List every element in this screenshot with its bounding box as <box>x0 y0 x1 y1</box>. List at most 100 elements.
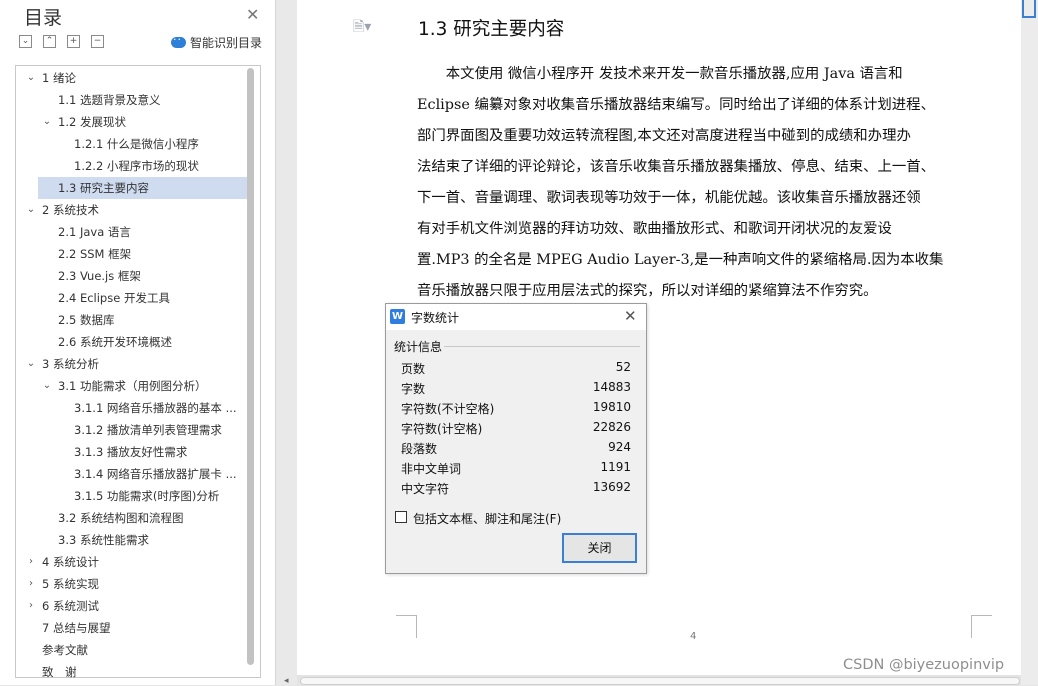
collapse-arrow-icon[interactable]: ⌄ <box>42 111 52 133</box>
toc-item-label: 3.2 系统结构图和流程图 <box>58 511 184 525</box>
toc-item-label: 6 系统测试 <box>42 599 99 613</box>
paragraph-line: 本文使用 微信小程序开 发技术来开发一款音乐播放器,应用 Java 语言和 <box>417 66 903 82</box>
right-scroll-area[interactable] <box>1021 0 1038 685</box>
stats-row: 中文字符 13692 <box>401 480 631 500</box>
stats-label: 字符数(不计空格) <box>401 402 495 416</box>
collapse-arrow-icon[interactable]: ⌄ <box>42 375 52 397</box>
toc-item-label: 参考文献 <box>42 643 88 657</box>
dialog-title: 字数统计 <box>411 311 460 325</box>
toc-item-label: 2.6 系统开发环境概述 <box>58 335 172 349</box>
paragraph-line: 有对手机文件浏览器的拜访功效、歌曲播放形式、和歌词开闭状况的友爱设 <box>417 221 892 237</box>
toc-item-label: 3.1.2 播放清单列表管理需求 <box>74 423 222 437</box>
toc-scrollbar[interactable] <box>247 68 254 665</box>
toc-item[interactable]: 1.2.1 什么是微信小程序 <box>17 133 247 155</box>
toc-item-label: 4 系统设计 <box>42 555 99 569</box>
collapse-arrow-icon[interactable]: ⌄ <box>26 67 36 89</box>
toc-item[interactable]: 3.1.5 功能需求(时序图)分析 <box>17 485 247 507</box>
expand-arrow-icon[interactable]: › <box>26 595 36 617</box>
collapse-arrow-icon[interactable]: ⌄ <box>26 199 36 221</box>
page-corner-mark-right <box>971 615 992 638</box>
toc-item[interactable]: 3.1.3 播放友好性需求 <box>17 441 247 463</box>
group-divider <box>444 346 640 347</box>
dialog-close-icon[interactable]: ✕ <box>624 307 637 325</box>
toc-item[interactable]: › 5 系统实现 <box>17 573 247 595</box>
word-count-dialog: W 字数统计 ✕ 统计信息 页数 52 字数 14883 字符数(不计空格) 19810 字… <box>385 303 647 574</box>
section-heading: 1.3 研究主要内容 <box>418 19 565 40</box>
toc-item-label: 1.2.1 什么是微信小程序 <box>74 137 199 151</box>
toc-item[interactable]: ⌄ 3.1 功能需求（用例图分析） <box>17 375 247 397</box>
page-number: 4 <box>690 631 697 642</box>
collapse-all-icon[interactable]: ⌃ <box>43 35 56 48</box>
toc-item-label: 2.1 Java 语言 <box>58 225 131 239</box>
stats-row: 页数 52 <box>401 360 631 380</box>
stats-value: 19810 <box>592 400 631 414</box>
stats-label: 字数 <box>401 382 426 396</box>
stats-label: 页数 <box>401 362 426 376</box>
smart-toc-button[interactable]: 智能识别目录 <box>171 33 263 51</box>
toc-item-label: 1.2 发展现状 <box>58 115 126 129</box>
toc-item[interactable]: 1.1 选题背景及意义 <box>17 89 247 111</box>
toc-item[interactable]: 2.3 Vue.js 框架 <box>17 265 247 287</box>
toc-panel: 目录 ✕ ⌄ ⌃ + − 智能识别目录 ⌄ 1 绪论 1.1 选题背景及意义 ⌄ 1.2… <box>0 0 276 685</box>
toc-item[interactable]: ⌄ 2 系统技术 <box>17 199 247 221</box>
paragraph-line: 下一首、音量调理、歌词表现等功效于一体，机能优越。该收集音乐播放器还领 <box>417 190 921 206</box>
paragraph-line: 音乐播放器只限于应用层法式的探究，所以对详细的紧缩算法不作穷究。 <box>417 283 878 299</box>
toc-item[interactable]: › 6 系统测试 <box>17 595 247 617</box>
toc-item-label: 2.2 SSM 框架 <box>58 247 132 261</box>
toc-item[interactable]: › 4 系统设计 <box>17 551 247 573</box>
toc-item[interactable]: 3.1.1 网络音乐播放器的基本 ... <box>17 397 247 419</box>
expand-arrow-icon[interactable]: › <box>26 551 36 573</box>
add-heading-icon[interactable]: + <box>67 35 80 48</box>
toc-item-label: 1 绪论 <box>42 71 76 85</box>
toc-item[interactable]: 2.6 系统开发环境概述 <box>17 331 247 353</box>
toc-item[interactable]: 3.3 系统性能需求 <box>17 529 247 551</box>
wps-writer-icon: W <box>390 309 405 324</box>
stats-label: 非中文单词 <box>401 462 462 476</box>
page-corner-mark-left <box>396 615 417 638</box>
toc-item[interactable]: 3.1.4 网络音乐播放器扩展卡 ... <box>17 463 247 485</box>
paragraph-line: 置.MP3 的全名是 MPEG Audio Layer-3,是一种声响文件的紧缩… <box>417 252 944 268</box>
toc-item[interactable]: 3.2 系统结构图和流程图 <box>17 507 247 529</box>
stats-value: 1191 <box>600 460 631 474</box>
toc-item[interactable]: ⌄ 1 绪论 <box>17 67 247 89</box>
include-textbox-footnotes-checkbox[interactable] <box>395 511 407 523</box>
toc-item[interactable]: 2.1 Java 语言 <box>17 221 247 243</box>
toc-item[interactable]: 7 总结与展望 <box>17 617 247 639</box>
stats-value: 22826 <box>592 420 631 434</box>
toc-item[interactable]: 致 谢 <box>17 661 247 683</box>
toc-item[interactable]: 2.2 SSM 框架 <box>17 243 247 265</box>
toc-item[interactable]: ⌄ 3 系统分析 <box>17 353 247 375</box>
toc-item-label: 3.1.3 播放友好性需求 <box>74 445 188 459</box>
toc-item[interactable]: ⌄ 1.2 发展现状 <box>17 111 247 133</box>
scroll-position-marker[interactable] <box>1022 0 1036 18</box>
paragraph-line: 法结束了详细的评论辩论，该音乐收集音乐播放器集播放、停息、结束、上一首、 <box>417 159 936 175</box>
smart-toc-label: 智能识别目录 <box>190 36 263 50</box>
toc-close-icon[interactable]: ✕ <box>246 5 259 24</box>
collapse-arrow-icon[interactable]: ⌄ <box>26 353 36 375</box>
include-textbox-footnotes-label[interactable]: 包括文本框、脚注和尾注(F) <box>413 510 561 527</box>
toc-item-label: 3.1.1 网络音乐播放器的基本 ... <box>74 401 237 415</box>
stats-label: 中文字符 <box>401 482 450 496</box>
stats-row: 字符数(计空格) 22826 <box>401 420 631 440</box>
toc-item[interactable]: 2.4 Eclipse 开发工具 <box>17 287 247 309</box>
toc-item[interactable]: 参考文献 <box>17 639 247 661</box>
close-button[interactable]: 关闭 <box>562 533 637 563</box>
stats-label: 段落数 <box>401 442 438 456</box>
expand-all-icon[interactable]: ⌄ <box>19 35 32 48</box>
toc-title: 目录 <box>24 7 63 29</box>
stats-value: 924 <box>608 440 631 454</box>
expand-arrow-icon[interactable]: › <box>26 573 36 595</box>
remove-heading-icon[interactable]: − <box>91 35 104 48</box>
toc-item[interactable]: 3.1.2 播放清单列表管理需求 <box>17 419 247 441</box>
toc-item[interactable]: 1.3 研究主要内容 <box>38 177 247 199</box>
stats-row: 非中文单词 1191 <box>401 460 631 480</box>
horizontal-scroll-thumb[interactable] <box>300 677 1020 685</box>
stats-row: 字符数(不计空格) 19810 <box>401 400 631 420</box>
document-options-icon[interactable]: 🗎▾ <box>353 16 371 40</box>
toc-item-label: 3.1 功能需求（用例图分析） <box>58 379 207 393</box>
dialog-titlebar[interactable]: W 字数统计 ✕ <box>386 304 646 330</box>
toc-item-label: 3 系统分析 <box>42 357 99 371</box>
toc-item[interactable]: 1.2.2 小程序市场的现状 <box>17 155 247 177</box>
stats-row: 段落数 924 <box>401 440 631 460</box>
toc-item[interactable]: 2.5 数据库 <box>17 309 247 331</box>
